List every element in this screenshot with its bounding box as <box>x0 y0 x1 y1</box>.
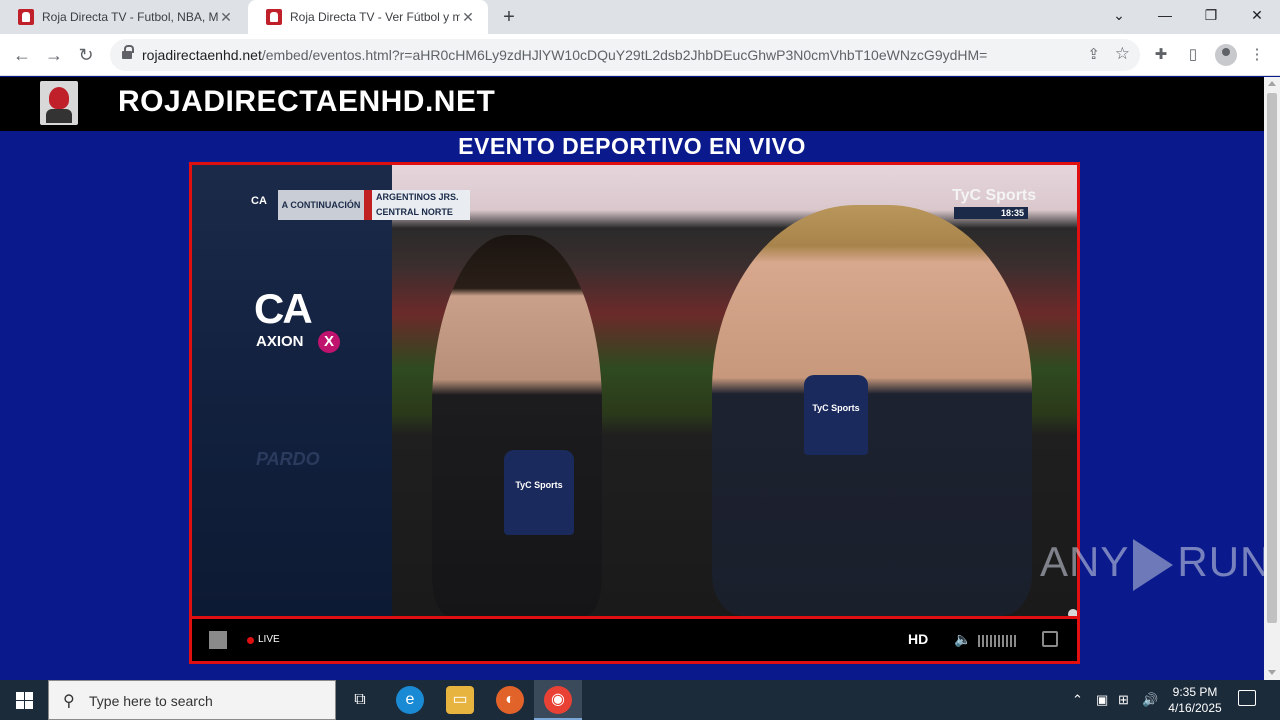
close-window-button[interactable]: ✕ <box>1234 0 1280 32</box>
volume-icon[interactable]: 🔈 <box>954 631 971 648</box>
scroll-thumb[interactable] <box>1267 93 1277 623</box>
rojadirecta-favicon-icon <box>18 9 34 25</box>
live-dot-icon <box>247 637 254 644</box>
show-hidden-icons-chevron-icon[interactable]: ⌃ <box>1072 692 1083 708</box>
pardo-logo: PARDO <box>256 449 320 469</box>
url-text[interactable]: rojadirectaenhd.net/embed/eventos.html?r… <box>142 47 987 63</box>
quality-button[interactable]: HD <box>908 631 928 647</box>
scroll-up-arrow-icon[interactable] <box>1268 81 1276 86</box>
notifications-icon[interactable] <box>1238 690 1256 706</box>
volume-tray-icon[interactable]: 🔊 <box>1142 692 1158 708</box>
close-tab-icon[interactable]: ✕ <box>218 9 234 26</box>
network-icon[interactable]: ⊞ <box>1118 692 1129 708</box>
forward-arrow-icon[interactable]: → <box>42 43 66 67</box>
url-path: /embed/eventos.html?r=aHR0cHM6Ly9zdHJlYW… <box>261 47 988 63</box>
play-triangle-icon <box>1133 538 1174 591</box>
menu-kebab-icon[interactable]: ⋮ <box>1246 44 1268 66</box>
microphone-right: TyC Sports <box>804 375 868 455</box>
reload-icon[interactable]: ↻ <box>74 43 98 67</box>
sponsor-panel: CA AXION X PARDO <box>192 165 392 616</box>
team-away: CENTRAL NORTE <box>376 207 453 217</box>
live-label: LIVE <box>258 634 280 645</box>
event-title: EVENTO DEPORTIVO EN VIVO <box>458 133 806 159</box>
next-match-label: A CONTINUACIÓN <box>278 190 364 220</box>
page-scrollbar[interactable] <box>1264 77 1280 680</box>
video-frame[interactable]: CA AXION X PARDO CA A CONTINUACIÓN ARGEN… <box>192 165 1077 616</box>
close-tab-icon[interactable]: ✕ <box>460 9 476 26</box>
taskbar-clock[interactable]: 9:35 PM 4/16/2025 <box>1160 684 1230 716</box>
browser-tab-strip: Roja Directa TV - Futbol, NBA, M ✕ Roja … <box>0 0 1280 34</box>
next-match-teams: ARGENTINOS JRS. CENTRAL NORTE <box>364 190 470 220</box>
channel-clock: 18:35 <box>954 207 1028 219</box>
device-icon[interactable]: ▣ <box>1096 692 1108 708</box>
address-bar[interactable]: rojadirectaenhd.net/embed/eventos.html?r… <box>110 39 1140 71</box>
taskbar-search[interactable]: ⚲ Type here to search <box>48 680 336 720</box>
side-panel-icon[interactable]: ▯ <box>1182 44 1204 66</box>
browser-toolbar: ← → ↻ rojadirectaenhd.net/embed/eventos.… <box>0 34 1280 76</box>
edge-icon[interactable]: e <box>396 686 424 714</box>
tab-rojadirecta-home[interactable]: Roja Directa TV - Futbol, NBA, M ✕ <box>0 0 246 34</box>
bookmark-star-icon[interactable]: ☆ <box>1115 44 1130 64</box>
search-placeholder: Type here to search <box>89 693 213 709</box>
profile-avatar-icon[interactable] <box>1215 44 1237 66</box>
volume-slider[interactable] <box>978 635 1018 647</box>
extensions-puzzle-icon[interactable]: ✚ <box>1150 44 1172 66</box>
tab-title: Roja Directa TV - Ver Fútbol y m <box>290 10 460 24</box>
windows-start-icon[interactable] <box>0 680 48 720</box>
tab-title: Roja Directa TV - Futbol, NBA, M <box>42 10 218 24</box>
restore-button[interactable]: ❐ <box>1188 0 1234 32</box>
video-player[interactable]: CA AXION X PARDO CA A CONTINUACIÓN ARGEN… <box>189 162 1080 664</box>
lock-icon[interactable] <box>122 45 134 60</box>
presenter-left <box>432 235 602 616</box>
new-tab-button[interactable]: + <box>498 6 520 28</box>
tab-search-chevron-icon[interactable]: ⌄ <box>1096 0 1142 32</box>
axion-energy-text: AXION <box>256 333 304 350</box>
chrome-icon[interactable]: ◉ <box>544 686 572 714</box>
stop-button[interactable] <box>209 631 227 649</box>
rojadirecta-favicon-icon <box>266 9 282 25</box>
firefox-icon[interactable]: ◐ <box>496 686 524 714</box>
mini-ca-logo: CA <box>251 195 267 207</box>
url-host: rojadirectaenhd.net <box>142 47 262 63</box>
task-view-icon[interactable]: ⧉ <box>346 686 374 714</box>
file-explorer-icon[interactable]: ▭ <box>446 686 474 714</box>
axion-x-icon: X <box>318 331 340 353</box>
microphone-left: TyC Sports <box>504 450 574 535</box>
presenter-right <box>712 205 1032 616</box>
team-home: ARGENTINOS JRS. <box>376 192 459 202</box>
windows-taskbar: ⚲ Type here to search ⧉ e ▭ ◐ ◉ ⌃ ▣ ⊞ 🔊 … <box>0 680 1280 720</box>
scroll-down-arrow-icon[interactable] <box>1268 670 1276 675</box>
fullscreen-icon[interactable] <box>1042 631 1058 647</box>
share-icon[interactable]: ⇪ <box>1087 45 1100 63</box>
site-title[interactable]: ROJADIRECTAENHD.NET <box>118 85 495 119</box>
clock-date: 4/16/2025 <box>1168 701 1222 715</box>
watermark-right: RUN <box>1177 538 1272 585</box>
site-logo[interactable] <box>40 81 78 125</box>
back-arrow-icon[interactable]: ← <box>10 43 34 67</box>
tab-rojadirecta-eventos[interactable]: Roja Directa TV - Ver Fútbol y m ✕ <box>248 0 488 34</box>
ca-logo: CA <box>254 285 313 332</box>
minimize-button[interactable]: — <box>1142 0 1188 32</box>
channel-logo: TyC Sports <box>952 187 1037 204</box>
anyrun-watermark: ANY RUN <box>1040 538 1271 591</box>
watermark-left: ANY <box>1040 538 1130 585</box>
search-icon: ⚲ <box>63 693 75 710</box>
player-controls: LIVE HD 🔈 <box>192 616 1077 661</box>
clock-time: 9:35 PM <box>1172 685 1218 699</box>
site-header: ROJADIRECTAENHD.NET <box>0 77 1264 131</box>
